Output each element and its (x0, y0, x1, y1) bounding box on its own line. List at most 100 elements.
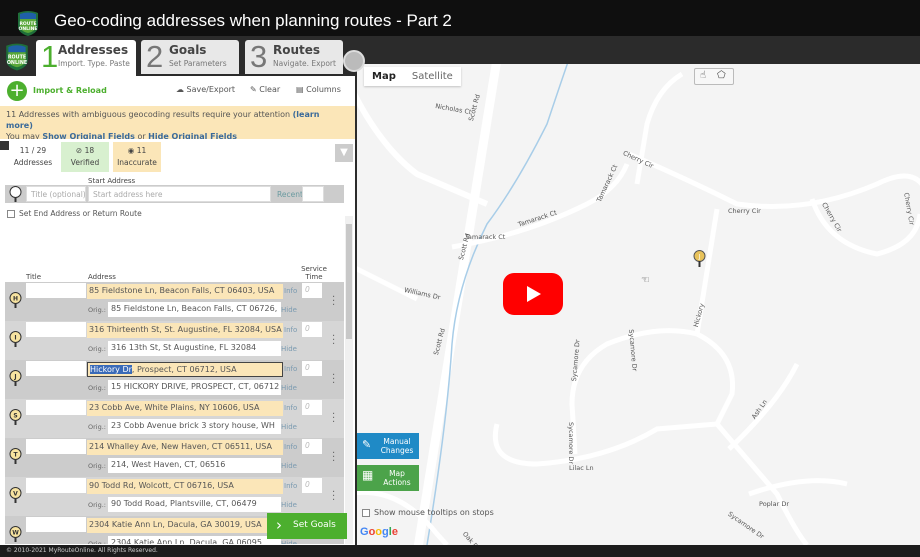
plus-icon[interactable]: + (7, 81, 27, 101)
original-address-input[interactable]: 316 13th St, St Augustine, FL 32084 (108, 341, 281, 356)
address-row[interactable]: V 90 Todd Rd, Wolcott, CT 06716, USA Inf… (5, 477, 344, 516)
original-address-input[interactable]: 2304 Katie Ann Ln, Dacula, GA 06095 (108, 536, 281, 544)
import-reload-button[interactable]: Import & Reload (33, 86, 107, 95)
filter-icon[interactable]: ▼ (335, 144, 353, 162)
recent-link[interactable]: Recent (277, 190, 303, 199)
stop-title-input[interactable] (26, 400, 86, 415)
map-type-map[interactable]: Map (364, 67, 404, 86)
save-export-button[interactable]: ☁ Save/Export (176, 85, 235, 94)
channel-logo-icon[interactable]: ROUTE ONLINE (15, 9, 41, 36)
video-title[interactable]: Geo-coding addresses when planning route… (54, 11, 452, 31)
info-link[interactable]: Info (284, 443, 297, 451)
tab-addresses[interactable]: 1 Addresses Import. Type. Paste (36, 39, 136, 78)
tab-goals[interactable]: 2 Goals Set Parameters (141, 39, 239, 74)
clear-label: Clear (259, 85, 281, 94)
panel-resize-handle[interactable] (343, 50, 365, 72)
street-label: Lilac Ln (569, 464, 594, 472)
stop-title-input[interactable] (26, 478, 86, 493)
original-address-input[interactable]: 23 Cobb Avenue brick 3 story house, WH (108, 419, 281, 434)
more-options-icon[interactable]: ··· (332, 410, 336, 428)
hide-link[interactable]: Hide (281, 306, 297, 314)
geocoded-address-input[interactable]: 214 Whalley Ave, New Haven, CT 06511, US… (87, 440, 283, 455)
end-address-option[interactable]: Set End Address or Return Route (7, 209, 142, 218)
address-list-scrollbar[interactable] (345, 216, 353, 544)
stop-title-input[interactable] (26, 517, 86, 532)
hide-link[interactable]: Hide (281, 384, 297, 392)
original-address-input[interactable]: 15 HICKORY DRIVE, PROSPECT, CT, 06712 (108, 380, 281, 395)
eye-slash-icon: ⊘ (75, 146, 85, 155)
manual-changes-button[interactable]: ✎ Manual Changes (357, 433, 419, 459)
start-service-input[interactable] (302, 186, 324, 202)
more-options-icon[interactable]: ··· (332, 293, 336, 311)
map-actions-button[interactable]: ▦ Map Actions (357, 465, 419, 491)
start-address-input[interactable]: Start address here (88, 186, 271, 202)
address-row[interactable]: S 23 Cobb Ave, White Plains, NY 10606, U… (5, 399, 344, 438)
original-address-input[interactable]: 214, West Haven, CT, 06516 (108, 458, 281, 473)
more-options-icon[interactable]: ··· (332, 449, 336, 467)
step-title: Routes (273, 43, 321, 57)
end-address-checkbox[interactable] (7, 210, 15, 218)
broom-icon: ✎ (250, 85, 260, 94)
start-title-input[interactable]: Title (optional) (26, 186, 86, 202)
info-link[interactable]: Info (284, 365, 297, 373)
map-type-satellite[interactable]: Satellite (404, 67, 461, 86)
hand-cursor-icon: ☜ (641, 275, 650, 286)
address-row[interactable]: T 214 Whalley Ave, New Haven, CT 06511, … (5, 438, 344, 477)
more-options-icon[interactable]: ··· (332, 488, 336, 506)
address-row[interactable]: I 316 Thirteenth St, St. Augustine, FL 3… (5, 321, 344, 360)
info-link[interactable]: Info (284, 482, 297, 490)
address-list: H 85 Fieldstone Ln, Beacon Falls, CT 064… (5, 282, 344, 544)
geocoded-address-input[interactable]: 23 Cobb Ave, White Plains, NY 10606, USA (87, 401, 283, 416)
stop-title-input[interactable] (26, 439, 86, 454)
tooltips-option[interactable]: Show mouse tooltips on stops (362, 508, 494, 517)
map[interactable]: Scott Rd Scott Rd Scott Rd Nicholas Ct T… (357, 64, 920, 545)
set-goals-label: Set Goals (293, 520, 336, 530)
hide-link[interactable]: Hide (281, 501, 297, 509)
original-address-input[interactable]: 85 Fieldstone Ln, Beacon Falls, CT 06726… (108, 302, 281, 317)
original-address-input[interactable]: 90 Todd Road, Plantsville, CT, 06479 (108, 497, 281, 512)
svg-text:ONLINE: ONLINE (19, 26, 38, 32)
service-time-input[interactable]: 0 (302, 322, 322, 337)
info-link[interactable]: Info (284, 326, 297, 334)
hide-link[interactable]: Hide (281, 345, 297, 353)
pan-hand-icon[interactable]: ☝ (700, 70, 706, 81)
hide-link[interactable]: Hide (281, 423, 297, 431)
stop-title-input[interactable] (26, 283, 86, 298)
service-time-input[interactable]: 0 (302, 439, 322, 454)
geocoded-address-input[interactable]: 316 Thirteenth St, St. Augustine, FL 320… (87, 323, 283, 338)
more-options-icon[interactable]: ··· (332, 332, 336, 350)
geocoded-address-input[interactable]: Hickory Dr, Prospect, CT 06712, USA (87, 362, 283, 377)
polygon-select-icon[interactable]: ⬠ (717, 70, 726, 81)
service-time-input[interactable]: 0 (302, 400, 322, 415)
address-row[interactable]: H 85 Fieldstone Ln, Beacon Falls, CT 064… (5, 282, 344, 321)
geocoded-address-rest: , Prospect, CT 06712, USA (131, 365, 237, 374)
scrollbar-thumb[interactable] (346, 224, 352, 339)
info-link[interactable]: Info (284, 287, 297, 295)
more-options-icon[interactable]: ··· (332, 371, 336, 389)
youtube-play-button[interactable] (503, 273, 563, 315)
hide-link[interactable]: Hide (281, 462, 297, 470)
collapse-icon[interactable] (0, 141, 9, 150)
stop-title-input[interactable] (26, 361, 86, 376)
stop-title-input[interactable] (26, 322, 86, 337)
tooltips-checkbox[interactable] (362, 508, 370, 517)
clear-button[interactable]: ✎ Clear (250, 85, 280, 94)
hide-link[interactable]: Hide (281, 540, 297, 544)
address-row[interactable]: J Hickory Dr, Prospect, CT 06712, USA In… (5, 360, 344, 399)
inaccurate-filter[interactable]: ◉ 11 Inaccurate (113, 142, 161, 172)
geocoded-address-input[interactable]: 2304 Katie Ann Ln, Dacula, GA 30019, USA (87, 518, 283, 533)
save-export-label: Save/Export (186, 85, 236, 94)
geocoded-address-input[interactable]: 90 Todd Rd, Wolcott, CT 06716, USA (87, 479, 283, 494)
map-marker-icon[interactable]: J (693, 250, 706, 268)
set-goals-button[interactable]: › Set Goals (267, 513, 347, 539)
addresses-stat[interactable]: 11 / 29 Addresses (10, 142, 56, 172)
verified-filter[interactable]: ⊘ 18 Verified (61, 142, 109, 172)
service-time-input[interactable]: 0 (302, 283, 322, 298)
tab-routes[interactable]: 3 Routes Navigate. Export (245, 39, 343, 74)
columns-button[interactable]: ▤ Columns (296, 85, 341, 94)
app-logo-icon: ROUTE ONLINE (6, 43, 28, 71)
service-time-input[interactable]: 0 (302, 361, 322, 376)
service-time-input[interactable]: 0 (302, 478, 322, 493)
geocoded-address-input[interactable]: 85 Fieldstone Ln, Beacon Falls, CT 06403… (87, 284, 283, 299)
info-link[interactable]: Info (284, 404, 297, 412)
